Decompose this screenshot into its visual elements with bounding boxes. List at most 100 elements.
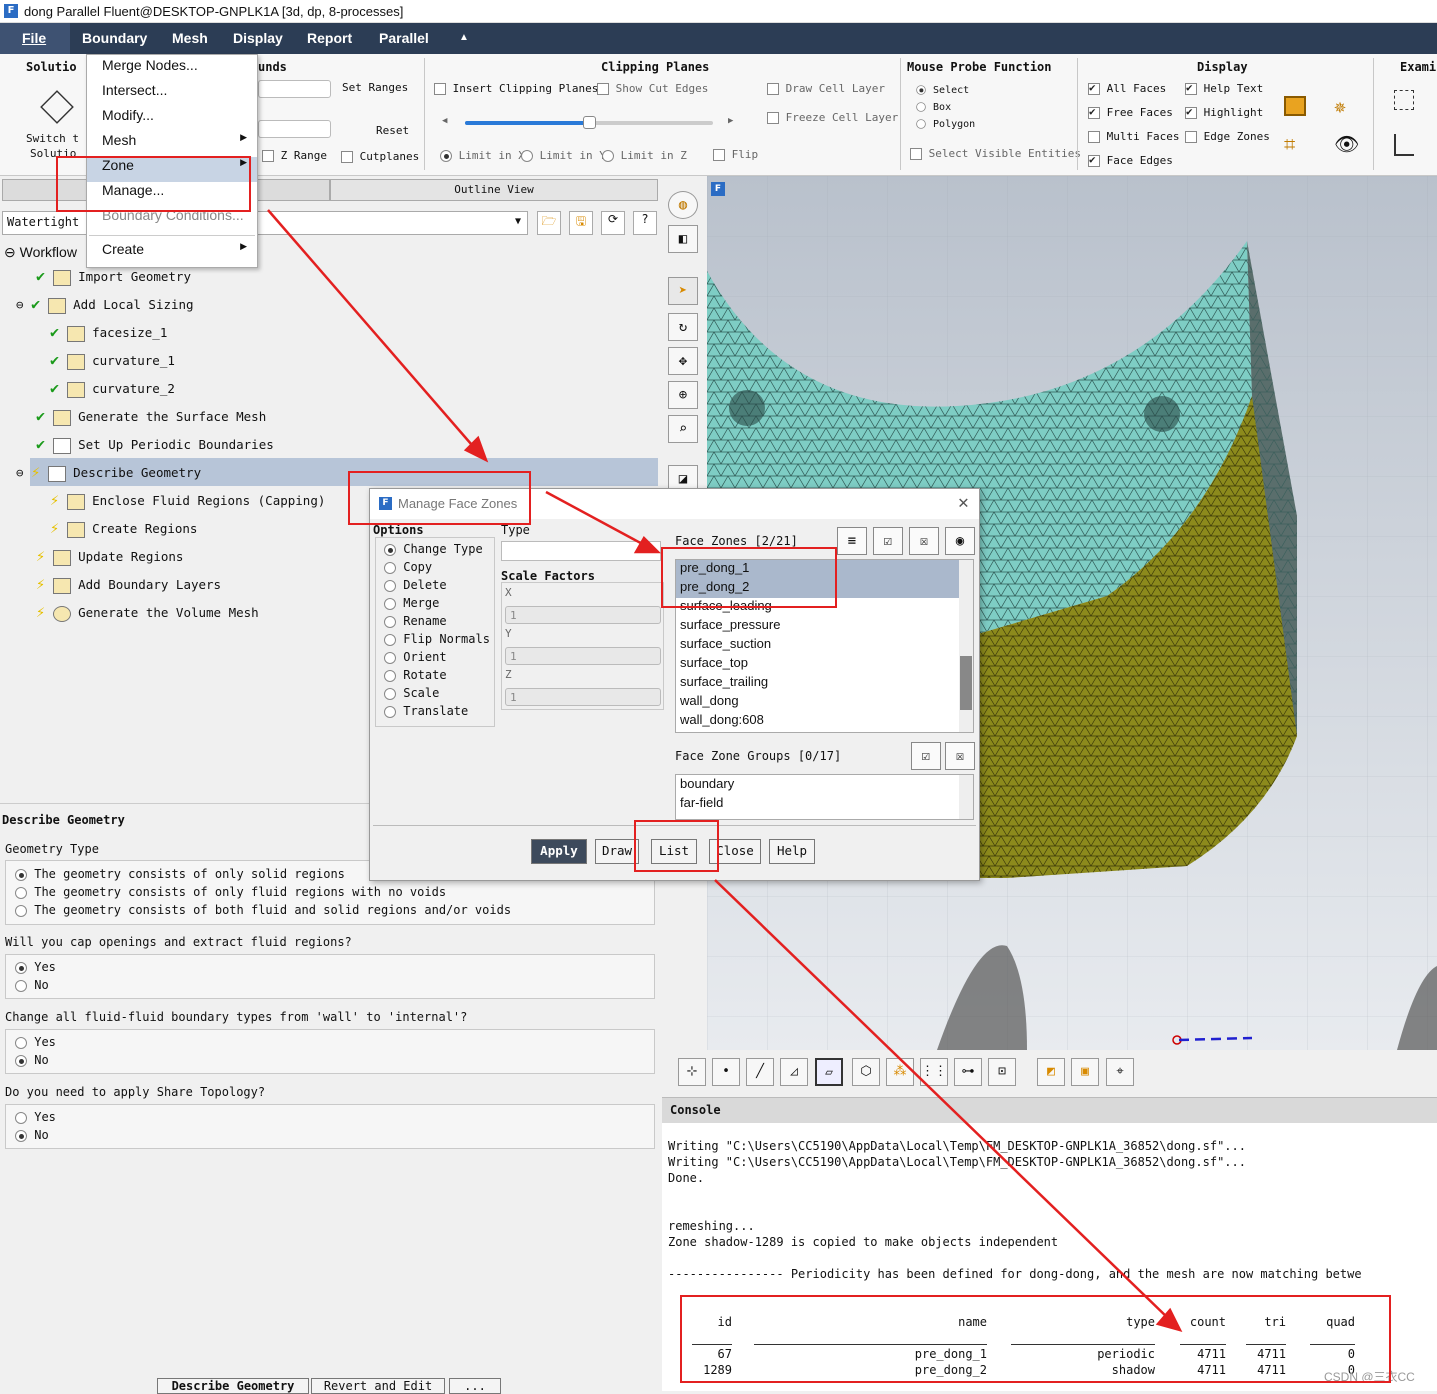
more-button[interactable]: ... (449, 1378, 501, 1394)
freeze-cell-layer-checkbox[interactable]: Freeze Cell Layer (767, 111, 898, 124)
show-cut-edges-checkbox[interactable]: Show Cut Edges (597, 82, 708, 95)
radio-dot[interactable] (384, 687, 396, 700)
draw-button[interactable]: Draw (595, 839, 639, 864)
apply-button[interactable]: Apply (531, 839, 587, 864)
edge-select-icon[interactable]: ╱ (746, 1058, 774, 1086)
option-radio[interactable]: Delete (384, 578, 447, 592)
face-zone-item[interactable]: wall_dong (676, 693, 959, 712)
radio-dot[interactable] (15, 886, 27, 899)
option-radio[interactable]: Scale (384, 686, 439, 700)
cutplanes-box[interactable] (341, 151, 353, 163)
highlight-checkbox[interactable]: Highlight (1185, 105, 1263, 119)
switch-solution-label-1[interactable]: Switch t (26, 132, 79, 145)
tree-item-describe-geometry[interactable]: ⊖ ⚡ Describe Geometry (16, 458, 201, 486)
help-text-checkbox[interactable]: Help Text (1185, 81, 1263, 95)
geom-opt-fluid[interactable]: The geometry consists of only fluid regi… (15, 885, 446, 899)
show-cut-edges-box[interactable] (597, 83, 609, 95)
probe-polygon-radio[interactable]: Polygon (915, 118, 975, 130)
draw-cell-layer-box[interactable] (767, 83, 779, 95)
probe-box-radio[interactable]: Box (915, 101, 951, 113)
freeze-cell-layer-box[interactable] (767, 112, 779, 124)
edge-zones-box[interactable] (1185, 131, 1197, 143)
geom-opt-solid[interactable]: The geometry consists of only solid regi… (15, 867, 345, 881)
share-yes[interactable]: Yes (15, 1110, 56, 1124)
group-item[interactable]: boundary (676, 776, 973, 795)
radio-dot[interactable] (15, 961, 27, 974)
bounds-select-icon[interactable]: ⊡ (988, 1058, 1016, 1086)
face-zone-groups-list[interactable]: boundary far-field (675, 774, 974, 820)
multi-faces-checkbox[interactable]: Multi Faces (1088, 130, 1179, 143)
describe-geometry-button[interactable]: Describe Geometry (157, 1378, 309, 1394)
face-select-icon[interactable]: ◿ (780, 1058, 808, 1086)
radio-dot[interactable] (15, 979, 27, 992)
option-radio[interactable]: Rotate (384, 668, 447, 682)
sort-list-icon[interactable]: ≡ (837, 527, 867, 555)
tree-item-volume-mesh[interactable]: ⚡ Generate the Volume Mesh (36, 598, 259, 626)
option-radio[interactable]: Change Type (384, 542, 483, 556)
point-select-icon[interactable]: • (712, 1058, 740, 1086)
face-edges-checkbox[interactable]: Face Edges (1088, 153, 1173, 167)
face-zone-item[interactable]: surface_suction (676, 636, 959, 655)
scrollbar-thumb[interactable] (960, 656, 972, 710)
multi-faces-box[interactable] (1088, 131, 1100, 143)
probe-select-dot[interactable] (916, 85, 926, 95)
menu-item-mesh[interactable]: Mesh ▶ (87, 132, 257, 157)
node-link-icon[interactable]: ⊶ (954, 1058, 982, 1086)
limit-y-radio[interactable]: Limit in Y (521, 149, 606, 162)
z-range-box[interactable] (262, 150, 274, 162)
view-sphere-icon[interactable]: ◍ (668, 191, 698, 219)
open-folder-icon[interactable]: 🗁 (537, 211, 561, 235)
axis-triad-icon[interactable]: ⊹ (678, 1058, 706, 1086)
face-edges-box[interactable] (1088, 153, 1100, 167)
collapse-icon[interactable]: ⊖ (4, 244, 16, 260)
all-faces-checkbox[interactable]: All Faces (1088, 81, 1166, 95)
cell-select-icon[interactable]: ⬡ (852, 1058, 880, 1086)
highlight-box[interactable] (1185, 105, 1197, 119)
share-no[interactable]: No (15, 1128, 49, 1142)
limit-y-dot[interactable] (521, 150, 533, 162)
help-icon[interactable]: ? (633, 211, 657, 235)
radio-dot[interactable] (384, 633, 396, 646)
z-range-checkbox[interactable]: Z Range (262, 149, 327, 162)
bounding-box-icon[interactable]: ⌗ (1284, 132, 1295, 156)
tree-item-curvature-1[interactable]: ✔ curvature_1 (50, 346, 175, 374)
collapse-icon[interactable]: ⊖ (16, 297, 24, 312)
tree-item-create-regions[interactable]: ⚡ Create Regions (50, 514, 197, 542)
rotate-icon[interactable]: ↻ (668, 313, 698, 341)
close-icon[interactable]: ✕ (958, 492, 969, 513)
tree-item-add-local-sizing[interactable]: ⊖ ✔ Add Local Sizing (16, 290, 194, 318)
radio-dot[interactable] (15, 904, 27, 917)
radio-dot[interactable] (15, 1111, 27, 1124)
free-faces-box[interactable] (1088, 105, 1100, 119)
limit-z-dot[interactable] (602, 150, 614, 162)
free-faces-checkbox[interactable]: Free Faces (1088, 105, 1173, 119)
menu-parallel[interactable]: Parallel (379, 30, 429, 46)
option-radio[interactable]: Flip Normals (384, 632, 490, 646)
draw-cell-layer-checkbox[interactable]: Draw Cell Layer (767, 82, 885, 95)
view-eye-icon[interactable]: 👁 (1334, 132, 1359, 156)
scrollbar[interactable] (959, 560, 973, 732)
radio-dot[interactable] (384, 561, 396, 574)
collapse-ribbon-icon[interactable]: ▲ (459, 32, 469, 43)
select-all-icon[interactable]: ☑ (873, 527, 903, 555)
menu-mesh[interactable]: Mesh (172, 30, 208, 46)
radio-dot[interactable] (15, 1054, 27, 1067)
scale-z-field[interactable]: 1 (505, 688, 661, 706)
body-icon[interactable]: ▣ (1071, 1058, 1099, 1086)
tree-item-enclose[interactable]: ⚡ Enclose Fluid Regions (Capping) (50, 486, 325, 514)
menu-report[interactable]: Report (307, 30, 352, 46)
tree-item-curvature-2[interactable]: ✔ curvature_2 (50, 374, 175, 402)
polyline-icon[interactable]: ⌖ (1106, 1058, 1134, 1086)
object-select-icon[interactable]: ⁂ (886, 1058, 914, 1086)
insert-clipping-box[interactable] (434, 83, 446, 95)
limit-z-radio[interactable]: Limit in Z (602, 149, 687, 162)
probe-select-radio[interactable]: Select (915, 84, 969, 96)
menu-display[interactable]: Display (233, 30, 283, 46)
set-ranges-button[interactable]: Set Ranges (342, 81, 408, 94)
revert-edit-button[interactable]: Revert and Edit (311, 1378, 445, 1394)
pan-icon[interactable]: ✥ (668, 347, 698, 375)
option-radio[interactable]: Translate (384, 704, 468, 718)
probe-polygon-dot[interactable] (916, 119, 926, 129)
tab-outline-view[interactable]: Outline View (330, 179, 658, 201)
radio-dot[interactable] (384, 615, 396, 628)
